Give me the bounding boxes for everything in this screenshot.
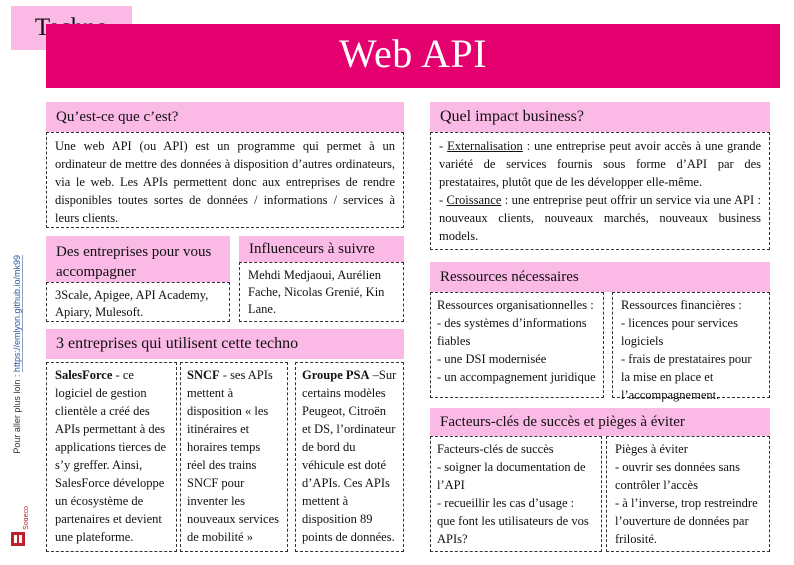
factors-left: Facteurs-clés de succès - soigner la doc…: [430, 436, 602, 552]
factors-right: Pièges à éviter - ouvrir ses données san…: [606, 436, 770, 552]
factors-left-line: - soigner la documentation de l’API: [437, 460, 586, 492]
side-link[interactable]: https://emlyon.github.io/mk99: [12, 255, 22, 372]
resources-right: Ressources financières : - licences pour…: [612, 292, 770, 402]
resources-right-line: - licences pour services logiciels: [621, 316, 738, 348]
what-header: Qu’est-ce que c’est?: [46, 102, 404, 132]
factors-right-line: Pièges à éviter: [615, 442, 688, 456]
side-prefix: Pour aller plus loin :: [12, 372, 22, 454]
company-salesforce-name: SalesForce: [55, 368, 113, 382]
side-link-text: Pour aller plus loin : https://emlyon.gi…: [12, 255, 22, 454]
company-psa: Groupe PSA –Sur certains modèles Peugeot…: [295, 362, 404, 552]
impact-body: - Externalisation : une entreprise peut …: [430, 132, 770, 250]
page-title: Web API: [338, 30, 488, 76]
influencers-body: Mehdi Medjaoui, Aurélien Fache, Nicolas …: [239, 262, 404, 322]
resources-left: Ressources organisationnelles : - des sy…: [430, 292, 604, 398]
three-companies-header: 3 entreprises qui utilisent cette techno: [46, 329, 404, 359]
companies-help-body: 3Scale, Apigee, API Academy, Apiary, Mul…: [46, 282, 230, 322]
sogeco-logo: Sogeco: [8, 500, 30, 550]
resources-left-line: - un accompagnement juridique: [437, 370, 596, 384]
impact-dash-1: -: [439, 139, 448, 153]
what-body: Une web API (ou API) est un programme qu…: [46, 132, 404, 228]
svg-text:Sogeco: Sogeco: [23, 506, 28, 530]
impact-term-croissance: Croissance: [446, 193, 502, 207]
resources-left-line: Ressources organisationnelles :: [437, 298, 594, 312]
factors-right-line: - à l’inverse, trop restreindre l’ouvert…: [615, 496, 758, 546]
factors-left-line: Facteurs-clés de succès: [437, 442, 554, 456]
impact-term-externalisation: Externalisation: [447, 139, 523, 153]
company-psa-text: –Sur certains modèles Peugeot, Citroën e…: [302, 368, 397, 544]
resources-right-line: - frais de prestataires pour la mise en …: [621, 352, 752, 402]
factors-right-line: - ouvrir ses données sans contrôler l’ac…: [615, 460, 740, 492]
impact-dash-2: -: [439, 193, 447, 207]
resources-left-line: - des systèmes d’informations fiables: [437, 316, 587, 348]
company-salesforce: SalesForce - ce logiciel de gestion clie…: [46, 362, 177, 552]
resources-left-line: - une DSI modernisée: [437, 352, 547, 366]
resources-header: Ressources nécessaires: [430, 262, 770, 292]
influencers-header: Influenceurs à suivre: [239, 236, 404, 262]
factors-header: Facteurs-clés de succès et pièges à évit…: [430, 408, 770, 436]
company-sncf-text: - ses APIs mettent à disposition « les i…: [187, 368, 279, 544]
impact-item-croissance: - Croissance : une entreprise peut offri…: [439, 191, 761, 245]
company-sncf: SNCF - ses APIs mettent à disposition « …: [180, 362, 288, 552]
resources-right-line: Ressources financières :: [621, 298, 742, 312]
company-psa-name: Groupe PSA: [302, 368, 370, 382]
impact-header: Quel impact business?: [430, 102, 770, 132]
company-salesforce-text: - ce logiciel de gestion clientèle a cré…: [55, 368, 167, 544]
factors-left-line: - recueillir les cas d’usage : que font …: [437, 496, 589, 546]
impact-item-externalisation: - Externalisation : une entreprise peut …: [439, 137, 761, 191]
company-sncf-name: SNCF: [187, 368, 220, 382]
companies-help-header: Des entreprises pour vous accompagner: [46, 236, 230, 282]
